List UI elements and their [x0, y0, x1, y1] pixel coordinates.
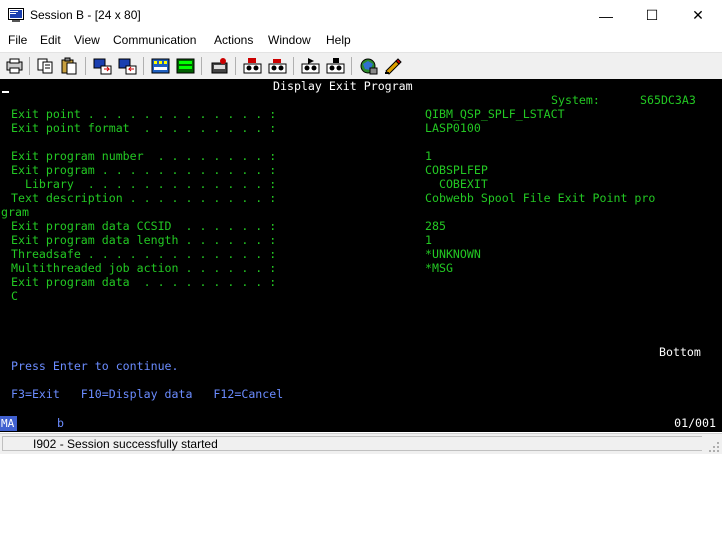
send-icon[interactable] [92, 56, 113, 76]
menu-window[interactable]: Window [268, 33, 311, 47]
app-icon [8, 8, 24, 22]
oia-mode: MA [0, 416, 17, 431]
field-value: COBEXIT [425, 177, 488, 191]
stop-macro-icon[interactable] [242, 56, 263, 76]
field-value: COBSPLFEP [425, 163, 488, 177]
program-data-value: C [11, 289, 18, 303]
function-keys[interactable]: F3=Exit F10=Display data F12=Cancel [11, 387, 283, 401]
window-title: Session B - [24 x 80] [30, 8, 141, 22]
minimize-button[interactable]: — [583, 0, 629, 31]
field-label: Exit program data length . . . . . . : [11, 233, 277, 247]
toolbar [0, 52, 722, 80]
system-value: S65DC3A3 [640, 93, 696, 107]
menu-edit[interactable]: Edit [40, 33, 61, 47]
field-label: Library . . . . . . . . . . . . . : [11, 177, 277, 191]
toolbar-separator [201, 57, 202, 75]
field-label: Exit program number . . . . . . . . : [11, 149, 277, 163]
press-enter-text: Press Enter to continue. [11, 359, 179, 373]
toolbar-separator [29, 57, 30, 75]
field-label: Text description . . . . . . . . . . : [11, 191, 277, 205]
field-value: *MSG [425, 261, 453, 275]
customize-icon[interactable] [383, 56, 404, 76]
operator-info-area: MA b 01/001 [0, 415, 722, 432]
field-value: 285 [425, 219, 446, 233]
copy-icon[interactable] [35, 56, 56, 76]
bottom-indicator: Bottom [659, 345, 701, 359]
menu-help[interactable]: Help [326, 33, 351, 47]
macro-icon[interactable] [325, 56, 346, 76]
resize-grip-icon[interactable] [708, 440, 720, 452]
title-bar[interactable]: Session B - [24 x 80] — ☐ ✕ [0, 0, 722, 31]
toolbar-separator [235, 57, 236, 75]
field-value: 1 [425, 149, 432, 163]
toolbar-separator [143, 57, 144, 75]
color-map-icon[interactable] [175, 56, 196, 76]
system-label: System: [551, 93, 600, 107]
field-value: *UNKNOWN [425, 247, 481, 261]
field-label: Exit program . . . . . . . . . . . . : [11, 163, 277, 177]
host-session-icon[interactable] [358, 56, 379, 76]
field-label: Multithreaded job action . . . . . . : [11, 261, 277, 275]
menu-actions[interactable]: Actions [214, 33, 253, 47]
receive-icon[interactable] [117, 56, 138, 76]
menu-communication[interactable]: Communication [113, 33, 196, 47]
field-label: Exit program data . . . . . . . . . : [11, 275, 277, 289]
record-macro-icon[interactable] [209, 56, 230, 76]
menu-view[interactable]: View [74, 33, 100, 47]
maximize-button[interactable]: ☐ [629, 0, 675, 31]
field-label: Exit program data CCSID . . . . . . : [11, 219, 277, 233]
field-label: Exit point format . . . . . . . . . : [11, 121, 277, 135]
menu-bar: File Edit View Communication Actions Win… [0, 31, 722, 51]
play-macro-icon[interactable] [267, 56, 288, 76]
paste-icon[interactable] [59, 56, 80, 76]
cursor-position: 01/001 [674, 416, 716, 430]
screen-header: Display Exit Program [273, 79, 413, 93]
toolbar-separator [293, 57, 294, 75]
field-label: Exit point . . . . . . . . . . . . . : [11, 107, 277, 121]
terminal-screen[interactable]: Display Exit Program System: S65DC3A3 Ex… [0, 79, 722, 415]
display-keypad-icon[interactable] [150, 56, 171, 76]
status-message: I902 - Session successfully started [2, 436, 702, 451]
menu-file[interactable]: File [8, 33, 27, 47]
field-value: QIBM_QSP_SPLF_LSTACT [425, 107, 565, 121]
terminal-text: Display Exit Program System: S65DC3A3 Ex… [0, 79, 722, 558]
print-screen-icon[interactable] [4, 56, 25, 76]
toolbar-separator [85, 57, 86, 75]
macro-icon[interactable] [300, 56, 321, 76]
toolbar-separator [351, 57, 352, 75]
close-button[interactable]: ✕ [675, 0, 721, 31]
field-value: 1 [425, 233, 432, 247]
field-value: Cobwebb Spool File Exit Point pro [425, 191, 656, 205]
field-value: LASP0100 [425, 121, 481, 135]
field-value-continuation: gram [1, 205, 29, 219]
field-label: Threadsafe . . . . . . . . . . . . . : [11, 247, 277, 261]
status-bar: I902 - Session successfully started [0, 433, 722, 454]
oia-indicator: b [57, 416, 64, 430]
